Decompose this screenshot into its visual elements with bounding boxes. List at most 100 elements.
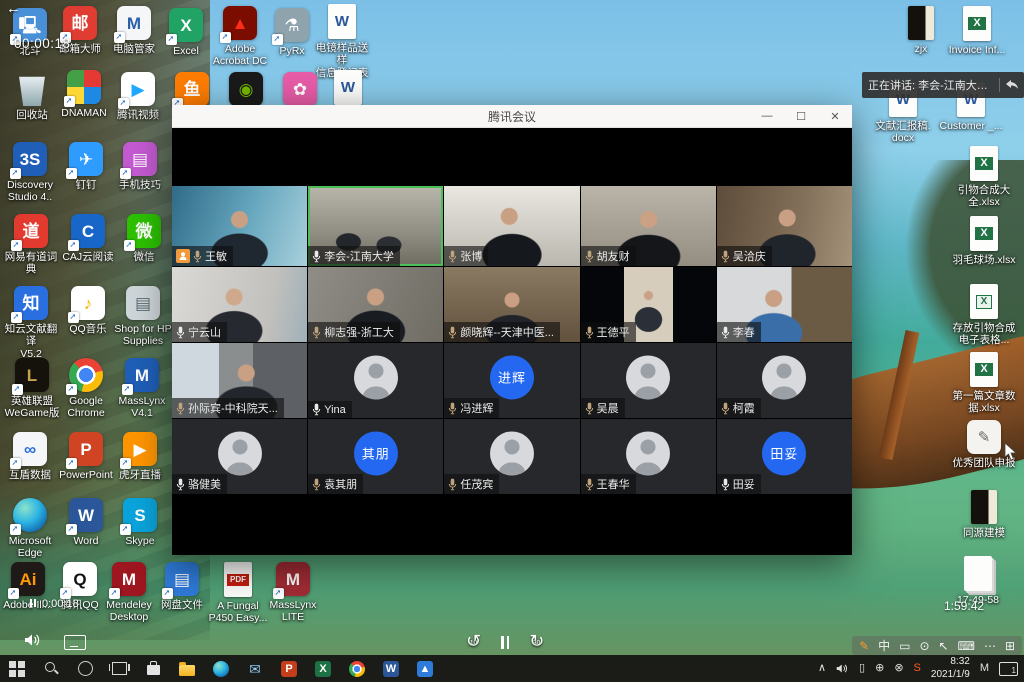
battery-tray-icon[interactable]: ▯ (859, 663, 865, 674)
mail-taskbar-icon[interactable]: ✉ (238, 655, 272, 682)
pc-manager-icon[interactable]: M电脑管家 (106, 6, 162, 55)
participant-tile-颜晓辉--天津中医...[interactable]: 颜晓辉--天津中医... (444, 267, 579, 342)
participant-tile-冯进辉[interactable]: 进辉冯进辉 (444, 343, 579, 418)
participant-tile-胡友财[interactable]: 胡友财 (581, 186, 716, 266)
dnaman-icon[interactable]: DNAMAN (56, 70, 112, 119)
chrome-icon[interactable]: Google Chrome (58, 358, 114, 420)
tencent-video-icon[interactable]: ▶腾讯视频 (110, 72, 166, 121)
edge-taskbar-icon[interactable] (204, 655, 238, 682)
masslynx-tray-icon[interactable]: M (980, 663, 989, 674)
primer-xlsx-icon[interactable]: X引物合成大 全.xlsx (952, 146, 1016, 209)
masslynx-lite-icon[interactable]: MMassLynx LITE (262, 562, 324, 624)
photos-taskbar-icon[interactable]: ▲ (408, 655, 442, 682)
powerpoint-taskbar-icon[interactable]: P (272, 655, 306, 682)
badminton-xlsx-icon[interactable]: X羽毛球场.xlsx (952, 216, 1016, 266)
powerpoint-icon[interactable]: PPowerPoint (56, 432, 116, 481)
wechat-icon[interactable]: 微微信 (116, 214, 172, 263)
excel-icon[interactable]: XExcel (158, 8, 214, 57)
participant-tile-王春华[interactable]: 王春华 (581, 419, 716, 494)
participant-tile-王敏[interactable]: 王敏 (172, 186, 307, 266)
participant-tile-吴晨[interactable]: 吴晨 (581, 343, 716, 418)
tray-clock[interactable]: 8:322021/1/9 (931, 656, 970, 681)
chrome-taskbar-icon[interactable] (340, 655, 374, 682)
search-button[interactable] (34, 655, 68, 682)
mendeley-icon[interactable]: MMendeley Desktop (98, 562, 160, 624)
qq-music-icon[interactable]: ♪QQ音乐 (60, 286, 116, 335)
notifications-icon[interactable]: 1 (999, 662, 1018, 676)
grid-icon[interactable]: ⊞ (1005, 640, 1015, 652)
participant-tile-田妥[interactable]: 田妥田妥 (717, 419, 852, 494)
participant-tile-任茂宾[interactable]: 任茂宾 (444, 419, 579, 494)
nvidia-icon[interactable]: ◉ (218, 72, 274, 106)
speaking-banner[interactable]: 正在讲话: 李会-江南大学... (862, 72, 1024, 98)
homology-modeling-icon[interactable]: 同源建模 (952, 490, 1016, 539)
participant-tile-孙际宾-中科院天...[interactable]: 孙际宾-中科院天... (172, 343, 307, 418)
caj-cloud-icon[interactable]: CCAJ云阅读 (60, 214, 116, 263)
pen-icon[interactable]: ✎ (859, 640, 869, 652)
rewind-10-button[interactable]: ↺10 (466, 632, 481, 650)
ime-mode-indicator[interactable]: 中 (878, 640, 890, 652)
pyrx-icon[interactable]: ⚗PyRx (264, 8, 320, 57)
zjx-icon[interactable]: zjx (898, 6, 944, 55)
first-paper-xlsx-icon[interactable]: X第一篇文章数 据.xlsx (952, 352, 1016, 415)
word-taskbar-icon[interactable]: W (374, 655, 408, 682)
hidden-icons-chevron[interactable]: ∧ (818, 663, 826, 674)
task-view-button[interactable] (102, 655, 136, 682)
participant-tile-张博[interactable]: 张博 (444, 186, 579, 266)
participant-tile-宁云山[interactable]: 宁云山 (172, 267, 307, 342)
hudun-data-icon[interactable]: ∞互盾数据 (2, 432, 58, 481)
acrobat-icon[interactable]: ▲Adobe Acrobat DC (212, 6, 268, 68)
participant-tile-李会-江南大学[interactable]: 李会-江南大学 (308, 186, 443, 266)
fungal-p450-pdf-icon[interactable]: PDFA Fungal P450 Easy... (206, 562, 270, 625)
participant-tile-袁其朋[interactable]: 其朋袁其朋 (308, 419, 443, 494)
doc-em-sample-icon[interactable]: W电镜样品送样 信息登记表 (314, 4, 370, 79)
hp-supplies-icon[interactable]: ▤Shop for HP Supplies (110, 286, 176, 348)
phone-tips-icon[interactable]: ▤手机技巧 (112, 142, 168, 191)
netdisk-files-icon[interactable]: ▤网盘文件 (154, 562, 210, 611)
keyboard-icon[interactable]: ⌨ (958, 640, 975, 652)
dingtalk-icon[interactable]: ✈钉钉 (58, 142, 114, 191)
volume-tray-icon[interactable] (836, 663, 849, 674)
word-doc2-icon[interactable]: W (320, 70, 376, 105)
participant-tile-吴洽庆[interactable]: 吴洽庆 (717, 186, 852, 266)
start-button[interactable] (0, 655, 34, 682)
skype-icon[interactable]: SSkype (112, 498, 168, 547)
explorer-taskbar-icon[interactable] (170, 655, 204, 682)
edge-icon[interactable]: Microsoft Edge (2, 498, 58, 560)
excel-taskbar-icon[interactable]: X (306, 655, 340, 682)
window-titlebar[interactable]: 腾讯会议 —☐✕ (172, 105, 852, 128)
recycle-bin-icon[interactable]: 回收站 (4, 72, 60, 121)
forward-30-button[interactable]: ↻30 (529, 632, 544, 650)
network-tray-icon[interactable]: ⊕ (875, 663, 884, 674)
pause-button[interactable] (501, 634, 509, 649)
more-icon[interactable]: ⋯ (984, 640, 996, 652)
participant-tile-李春[interactable]: 李春 (717, 267, 852, 342)
participant-tile-Yina[interactable]: Yina (308, 343, 443, 418)
cursor-icon[interactable]: ↖ (939, 640, 949, 652)
volume-overlay-icon[interactable] (24, 633, 42, 652)
sogou-tray-icon[interactable]: S (914, 663, 921, 674)
participant-tile-柯霞[interactable]: 柯霞 (717, 343, 852, 418)
youdao-dict-icon[interactable]: 道网易有道词典 (0, 214, 62, 276)
participant-tile-王德平[interactable]: 王德平 (581, 267, 716, 342)
primer-sheet-icon[interactable]: X存放引物合成 电子表格... (952, 284, 1016, 347)
clock-icon[interactable]: ⊙ (919, 640, 929, 652)
wegame-lol-icon[interactable]: L英雄联盟 WeGame版 (0, 358, 64, 420)
zhiyun-translate-icon[interactable]: 知知云文献翻译 V5.2 (0, 286, 62, 360)
back-arrow-overlay[interactable]: ← (6, 0, 21, 17)
discovery-studio-icon[interactable]: 3SDiscovery Studio 4.. (2, 142, 58, 204)
app-tray-dark-icon[interactable]: ⊗ (894, 663, 903, 674)
keyboard-overlay-icon[interactable] (64, 635, 86, 650)
cortana-button[interactable] (68, 655, 102, 682)
screen-icon[interactable]: ▭ (899, 640, 910, 652)
store-taskbar-icon[interactable] (136, 655, 170, 682)
huya-live-icon[interactable]: ▶虎牙直播 (112, 432, 168, 481)
minimize-button[interactable]: — (750, 105, 784, 127)
invoice-xlsx-icon[interactable]: XInvoice Inf... (946, 6, 1008, 56)
participant-tile-骆健美[interactable]: 骆健美 (172, 419, 307, 494)
douyu-icon[interactable]: 鱼 (164, 72, 220, 106)
participant-tile-柳志强-浙工大[interactable]: 柳志强-浙工大 (308, 267, 443, 342)
maximize-button[interactable]: ☐ (784, 105, 818, 127)
banner-collapse-icon[interactable] (1000, 79, 1024, 91)
word-icon[interactable]: WWord (58, 498, 114, 547)
